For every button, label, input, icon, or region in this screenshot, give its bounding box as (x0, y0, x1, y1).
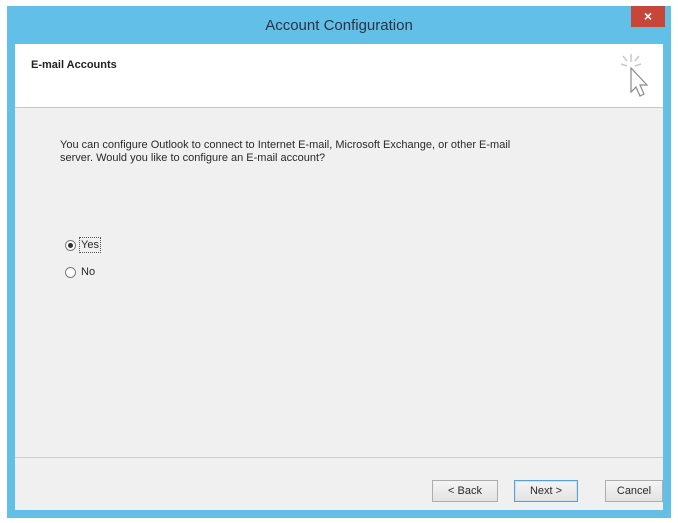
wizard-cursor-icon (620, 54, 649, 97)
close-icon: × (643, 8, 653, 24)
option-no[interactable]: No (65, 266, 95, 278)
next-button[interactable]: Next > (514, 480, 578, 502)
account-configuration-window: Account Configuration × E-mail Accounts … (7, 6, 671, 518)
yes-label[interactable]: Yes (79, 237, 101, 253)
dialog-body: E-mail Accounts You can configure Outloo… (15, 44, 663, 510)
option-yes[interactable]: Yes (65, 237, 101, 253)
configure-prompt: You can configure Outlook to connect to … (60, 139, 511, 164)
close-button[interactable]: × (631, 6, 665, 27)
page-title: E-mail Accounts (31, 59, 117, 71)
yes-radio[interactable] (65, 239, 76, 251)
no-label[interactable]: No (81, 266, 95, 278)
title-bar[interactable]: Account Configuration × (7, 6, 671, 44)
header-panel: E-mail Accounts (15, 44, 663, 108)
window-title: Account Configuration (265, 17, 413, 34)
back-button[interactable]: < Back (432, 480, 498, 502)
no-radio[interactable] (65, 266, 76, 278)
footer-divider (15, 457, 663, 458)
cancel-button[interactable]: Cancel (605, 480, 663, 502)
